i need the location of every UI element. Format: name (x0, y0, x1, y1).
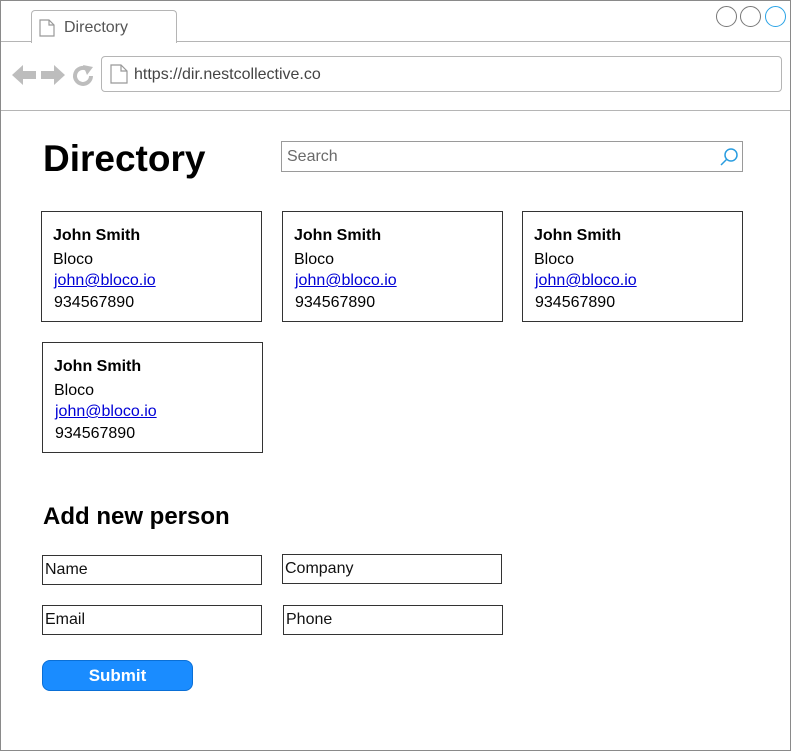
person-card: John Smith Bloco john@bloco.io 934567890 (522, 211, 743, 322)
phone-field[interactable]: Phone (283, 605, 503, 635)
address-bar[interactable]: https://dir.nestcollective.co (101, 56, 782, 92)
person-name: John Smith (534, 227, 622, 244)
search-input[interactable]: Search (281, 141, 743, 172)
tab-strip: Directory (1, 1, 790, 43)
person-phone: 934567890 (535, 294, 616, 311)
person-phone: 934567890 (55, 425, 136, 442)
name-field[interactable]: Name (42, 555, 262, 585)
search-placeholder: Search (287, 148, 338, 165)
person-company: Bloco (294, 251, 335, 268)
person-company: Bloco (54, 382, 95, 399)
tab-label: Directory (64, 19, 129, 36)
page-title: Directory (43, 138, 206, 179)
browser-window: Directory https://dir.nestcollective.co … (0, 0, 791, 751)
company-field-placeholder: Company (285, 560, 354, 577)
forward-arrow-icon[interactable] (40, 64, 66, 91)
person-phone: 934567890 (295, 294, 376, 311)
person-company: Bloco (53, 251, 94, 268)
url-text: https://dir.nestcollective.co (134, 66, 321, 83)
phone-field-placeholder: Phone (286, 611, 333, 628)
email-field[interactable]: Email (42, 605, 262, 635)
person-name: John Smith (294, 227, 382, 244)
maximize-button[interactable] (740, 6, 761, 27)
person-card: John Smith Bloco john@bloco.io 934567890 (41, 211, 262, 322)
back-arrow-icon[interactable] (11, 64, 37, 91)
person-email-link[interactable]: john@bloco.io (535, 272, 637, 290)
person-email-link[interactable]: john@bloco.io (54, 272, 156, 290)
reload-icon[interactable] (71, 64, 95, 93)
browser-chrome: Directory https://dir.nestcollective.co (1, 1, 790, 111)
person-phone: 934567890 (54, 294, 135, 311)
person-name: John Smith (53, 227, 141, 244)
person-company: Bloco (534, 251, 575, 268)
submit-button[interactable]: Submit (42, 660, 193, 691)
person-email-link[interactable]: john@bloco.io (295, 272, 397, 290)
search-icon[interactable] (719, 147, 739, 172)
page-icon (39, 19, 55, 42)
page-icon (110, 64, 128, 89)
close-button[interactable] (765, 6, 786, 27)
person-card: John Smith Bloco john@bloco.io 934567890 (282, 211, 503, 322)
email-field-placeholder: Email (45, 611, 86, 628)
tab-directory[interactable]: Directory (31, 10, 177, 43)
name-field-placeholder: Name (45, 561, 88, 578)
person-email-link[interactable]: john@bloco.io (55, 403, 157, 421)
company-field[interactable]: Company (282, 554, 502, 584)
form-title: Add new person (43, 503, 230, 530)
person-card: John Smith Bloco john@bloco.io 934567890 (42, 342, 263, 453)
minimize-button[interactable] (716, 6, 737, 27)
person-name: John Smith (54, 358, 142, 375)
